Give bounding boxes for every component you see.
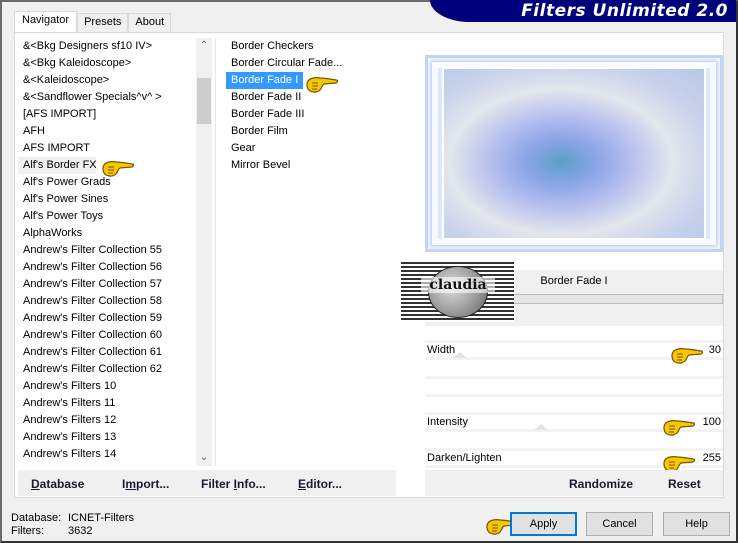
scroll-thumb[interactable] — [197, 78, 211, 124]
editor-button[interactable]: Editor... — [298, 477, 342, 491]
pointing-hand-icon — [102, 161, 134, 177]
category-item[interactable]: &<Kaleidoscope> — [18, 72, 196, 89]
filter-item-row: Border Checkers — [226, 38, 396, 55]
tab-presets[interactable]: Presets — [77, 13, 129, 32]
category-item[interactable]: Andrew's Filter Collection 62 — [18, 361, 196, 378]
parameter-slider-width[interactable]: Width 30 — [425, 340, 723, 364]
app-banner: Filters Unlimited 2.0 — [430, 0, 736, 22]
category-item[interactable]: Andrew's Filters 12 — [18, 412, 196, 429]
database-label: Database: — [11, 512, 62, 524]
slider-thumb[interactable] — [534, 424, 549, 430]
empty-parameter-row — [425, 376, 723, 379]
category-item[interactable]: Andrew's Filters 11 — [18, 395, 196, 412]
category-item[interactable]: Andrew's Filters 15 — [18, 463, 196, 466]
pointing-hand-icon — [663, 420, 695, 436]
filter-item-row: Border Circular Fade... — [226, 55, 396, 72]
filter-item-row: Gear — [226, 140, 396, 157]
category-item[interactable]: Andrew's Filter Collection 57 — [18, 276, 196, 293]
category-item[interactable]: AFH — [18, 123, 196, 140]
filter-item[interactable]: Border Fade I — [226, 72, 304, 89]
filter-item[interactable]: Mirror Bevel — [226, 157, 396, 174]
category-item[interactable]: Andrew's Filter Collection 58 — [18, 293, 196, 310]
app-title: Filters Unlimited 2.0 — [521, 1, 728, 21]
category-item[interactable]: &<Bkg Designers sf10 IV> — [18, 38, 196, 55]
reset-button[interactable]: Reset — [668, 477, 701, 491]
tab-navigator[interactable]: Navigator — [14, 11, 78, 33]
filter-item-row: Border Film — [226, 123, 396, 140]
scroll-up-icon[interactable]: ⌃ — [196, 38, 212, 54]
filter-item[interactable]: Border Checkers — [226, 38, 396, 55]
parameter-value: 30 — [708, 344, 721, 356]
tab-about[interactable]: About — [128, 13, 172, 32]
filter-item[interactable]: Border Film — [226, 123, 396, 140]
parameter-slider-intensity[interactable]: Intensity 100 — [425, 412, 723, 436]
category-item[interactable]: Andrew's Filter Collection 56 — [18, 259, 196, 276]
pointing-hand-icon — [671, 348, 703, 364]
category-item[interactable]: Andrew's Filters 14 — [18, 446, 196, 463]
category-list[interactable]: &<Bkg Designers sf10 IV> &<Bkg Kaleidosco… — [18, 38, 196, 466]
filter-list[interactable]: Border Checkers Border Circular Fade... Bo… — [226, 38, 396, 174]
parameter-label: Darken/Lighten — [427, 452, 502, 464]
filters-count-label: Filters: — [11, 525, 44, 537]
category-item[interactable]: Andrew's Filter Collection 59 — [18, 310, 196, 327]
filter-item[interactable]: Border Circular Fade... — [226, 55, 396, 72]
status-area: Database: ICNET-Filters Filters: 3632 — [11, 512, 134, 538]
category-scrollbar[interactable]: ⌃ ⌄ — [196, 38, 212, 466]
category-item[interactable]: Alf's Power Sines — [18, 191, 196, 208]
preview-content — [442, 67, 706, 240]
watermark-text: claudia — [421, 277, 495, 293]
randomize-button[interactable]: Randomize — [569, 477, 633, 491]
category-item[interactable]: AlphaWorks — [18, 225, 196, 242]
apply-button[interactable]: Apply — [510, 512, 577, 536]
category-item[interactable]: Andrew's Filters 13 — [18, 429, 196, 446]
category-item[interactable]: Alf's Power Toys — [18, 208, 196, 225]
category-item[interactable]: &<Bkg Kaleidoscope> — [18, 55, 196, 72]
category-item[interactable]: AFS IMPORT — [18, 140, 196, 157]
filter-item-row: Mirror Bevel — [226, 157, 396, 174]
watermark-logo: claudia — [401, 262, 514, 322]
cancel-button[interactable]: Cancel — [586, 512, 653, 536]
preview-image — [425, 55, 723, 252]
filter-item[interactable]: Border Fade III — [226, 106, 396, 123]
help-button[interactable]: Help — [663, 512, 730, 536]
parameter-value: 100 — [702, 416, 721, 428]
category-item[interactable]: Andrew's Filter Collection 55 — [18, 242, 196, 259]
empty-parameter-row — [425, 394, 723, 397]
database-value: ICNET-Filters — [68, 512, 134, 524]
category-item[interactable]: Andrew's Filter Collection 61 — [18, 344, 196, 361]
parameter-button-bar: Randomize Reset — [425, 470, 723, 496]
tab-bar: Navigator Presets About — [14, 11, 172, 33]
parameter-label: Intensity — [427, 416, 468, 428]
category-item[interactable]: Alf's Border FX — [18, 157, 97, 174]
category-item[interactable]: Andrew's Filters 10 — [18, 378, 196, 395]
filters-count-value: 3632 — [68, 525, 93, 537]
pointing-hand-icon — [306, 77, 338, 93]
import-button[interactable]: Import... — [122, 477, 169, 491]
category-item[interactable]: &<Sandflower Specials^v^ > — [18, 89, 196, 106]
scroll-down-icon[interactable]: ⌄ — [196, 450, 212, 466]
list-divider — [215, 38, 216, 466]
parameter-value: 255 — [702, 452, 721, 464]
category-item[interactable]: [AFS IMPORT] — [18, 106, 196, 123]
filter-item[interactable]: Gear — [226, 140, 396, 157]
filter-item-row: Border Fade III — [226, 106, 396, 123]
navigator-button-bar: Database Import... Filter Info... Editor… — [18, 470, 396, 496]
parameter-label: Width — [427, 344, 456, 356]
category-item[interactable]: Andrew's Filter Collection 60 — [18, 327, 196, 344]
database-button[interactable]: Database — [31, 477, 84, 491]
parameter-slider-darken-lighten[interactable]: Darken/Lighten 255 — [425, 448, 723, 472]
slider-thumb[interactable] — [453, 352, 468, 358]
filter-info-button[interactable]: Filter Info... — [201, 477, 266, 491]
